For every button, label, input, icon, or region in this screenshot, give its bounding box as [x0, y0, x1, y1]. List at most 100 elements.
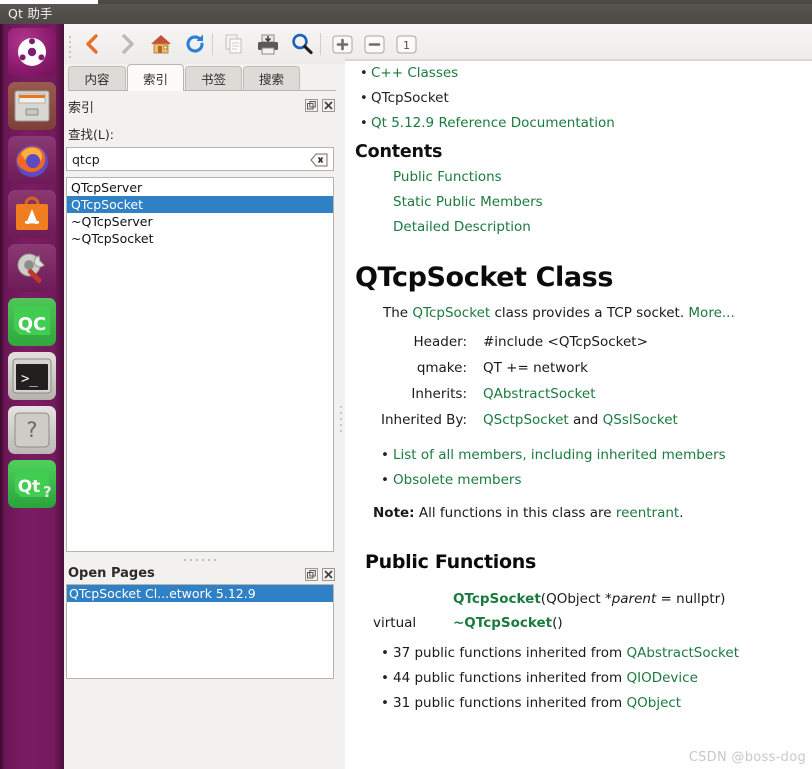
list-item[interactable]: ~QTcpSocket — [67, 230, 333, 247]
dock-tabbar: 内容 索引 书签 搜索 — [68, 64, 340, 91]
info-key: Header: — [413, 334, 467, 350]
clear-icon[interactable] — [310, 152, 328, 167]
svg-text:Qt: Qt — [18, 477, 41, 497]
table-row: virtual ~QTcpSocket() — [373, 611, 725, 635]
info-value: QSctpSocket and QSslSocket — [483, 407, 678, 433]
svg-text:?: ? — [26, 418, 37, 442]
reentrant-link[interactable]: reentrant — [616, 505, 679, 521]
tab-index[interactable]: 索引 — [127, 64, 184, 91]
index-search-box[interactable] — [66, 147, 334, 171]
home-icon[interactable] — [146, 30, 176, 58]
function-link-dtor[interactable]: ~QTcpSocket — [453, 615, 552, 631]
breadcrumb-link-qt-reference[interactable]: Qt 5.12.9 Reference Documentation — [371, 115, 615, 131]
index-list[interactable]: QTcpServer QTcpSocket ~QTcpServer ~QTcpS… — [66, 177, 334, 552]
vertical-splitter[interactable] — [336, 68, 345, 769]
list-item: 37 public functions inherited from QAbst… — [381, 641, 812, 666]
inherited-class-link-qiodevice[interactable]: QIODevice — [627, 670, 698, 686]
toc-link-public-functions[interactable]: Public Functions — [393, 169, 502, 185]
inherited-class-link-qabstractsocket[interactable]: QAbstractSocket — [627, 645, 739, 661]
svg-text:>_: >_ — [21, 371, 38, 387]
screen: Qt 助手 QC >_ ? Qt ? 1 内容 索引 书签 搜索 索引 查找(L… — [0, 0, 812, 769]
window-title: Qt 助手 — [0, 4, 812, 24]
list-item: 31 public functions inherited from QObje… — [381, 691, 812, 716]
inherited-text: public functions inherited from — [410, 645, 627, 661]
index-dock-float-button[interactable] — [305, 99, 318, 112]
qt-assistant-icon[interactable]: Qt? — [8, 460, 56, 508]
firefox-icon[interactable] — [8, 136, 56, 184]
system-settings-icon[interactable] — [8, 244, 56, 292]
search-icon[interactable] — [287, 30, 317, 58]
open-pages-close-button[interactable] — [322, 568, 335, 581]
breadcrumb-link-cpp-classes[interactable]: C++ Classes — [371, 65, 458, 81]
function-modifier: virtual — [373, 615, 417, 631]
class-description: The QTcpSocket class provides a TCP sock… — [383, 303, 812, 323]
unity-launcher: QC >_ ? Qt? — [0, 24, 64, 769]
help-icon[interactable]: ? — [8, 406, 56, 454]
info-key: Inherited By: — [381, 412, 467, 428]
inherited-by-link-2[interactable]: QSslSocket — [603, 412, 678, 428]
lookfor-label: 查找(L): — [68, 127, 114, 142]
zoom-in-button[interactable] — [327, 30, 357, 58]
copy-icon[interactable] — [219, 30, 249, 58]
list-item[interactable]: QTcpSocket Cl...etwork 5.12.9 — [67, 585, 333, 602]
fn-args-post: = nullptr) — [656, 591, 726, 607]
files-icon[interactable] — [8, 82, 56, 130]
desc-class-link[interactable]: QTcpSocket — [412, 305, 490, 321]
function-signature: ~QTcpSocket() — [445, 611, 725, 635]
inherited-by-link-1[interactable]: QSctpSocket — [483, 412, 569, 428]
reload-icon[interactable] — [180, 30, 210, 58]
zoom-out-button[interactable] — [359, 30, 389, 58]
table-row: QTcpSocket(QObject *parent = nullptr) — [373, 587, 725, 611]
inherited-count: 31 — [393, 695, 411, 711]
watermark: CSDN @boss-dog — [688, 750, 806, 765]
inherited-class-link-qobject[interactable]: QObject — [627, 695, 682, 711]
class-info-table: Header: #include <QTcpSocket> qmake: QT … — [355, 329, 678, 433]
function-link-ctor[interactable]: QTcpSocket — [453, 591, 541, 607]
info-key: qmake: — [416, 360, 467, 376]
list-item[interactable]: QTcpSocket — [67, 196, 333, 213]
terminal-icon[interactable]: >_ — [8, 352, 56, 400]
forward-button[interactable] — [112, 30, 142, 58]
list-item[interactable]: ~QTcpServer — [67, 213, 333, 230]
inherited-text: public functions inherited from — [410, 670, 627, 686]
print-icon[interactable] — [253, 30, 283, 58]
breadcrumb-current: QTcpSocket — [371, 90, 449, 106]
list-item: Obsolete members — [381, 468, 812, 493]
toc-link-static-public-members[interactable]: Static Public Members — [393, 194, 543, 210]
inherits-link[interactable]: QAbstractSocket — [483, 386, 595, 402]
fn-args-pre: (QObject * — [540, 591, 612, 607]
software-center-icon[interactable] — [8, 190, 56, 238]
documentation-view: C++ Classes QTcpSocket Qt 5.12.9 Referen… — [345, 61, 812, 769]
ubuntu-dash-icon[interactable] — [8, 28, 56, 76]
info-value: QT += network — [483, 360, 588, 376]
fn-args-post: ) — [557, 615, 563, 631]
inherited-functions-list: 37 public functions inherited from QAbst… — [381, 641, 812, 716]
info-value: #include <QTcpSocket> — [483, 334, 648, 350]
back-button[interactable] — [78, 30, 108, 58]
qt-creator-icon[interactable]: QC — [8, 298, 56, 346]
index-dock-title: 索引 — [68, 101, 95, 116]
open-pages-list[interactable]: QTcpSocket Cl...etwork 5.12.9 — [66, 584, 334, 679]
open-pages-float-button[interactable] — [305, 568, 318, 581]
toolbar-grip[interactable] — [68, 33, 73, 58]
list-item[interactable]: QTcpServer — [67, 179, 333, 196]
toc-link-detailed-description[interactable]: Detailed Description — [393, 219, 531, 235]
svg-text:QC: QC — [18, 314, 47, 335]
tab-search[interactable]: 搜索 — [243, 66, 300, 90]
index-search-input[interactable] — [72, 151, 302, 168]
inherited-count: 44 — [393, 670, 411, 686]
obsolete-members-link[interactable]: Obsolete members — [393, 472, 522, 488]
tab-contents[interactable]: 内容 — [68, 66, 126, 90]
all-members-link[interactable]: List of all members, including inherited… — [393, 447, 726, 463]
more-link[interactable]: More... — [688, 305, 734, 321]
note-tail: . — [679, 505, 684, 521]
table-row: Header: #include <QTcpSocket> — [355, 329, 678, 355]
index-dock-close-button[interactable] — [322, 99, 335, 112]
fn-param: parent — [611, 591, 657, 607]
horizontal-splitter[interactable] — [66, 554, 334, 566]
function-signature: QTcpSocket(QObject *parent = nullptr) — [445, 587, 725, 611]
reset-zoom-button[interactable]: 1 — [391, 30, 421, 58]
tab-bookmarks[interactable]: 书签 — [185, 66, 242, 90]
toolbar: 1 — [64, 24, 812, 64]
contents-toc: Public Functions Static Public Members D… — [393, 165, 812, 240]
